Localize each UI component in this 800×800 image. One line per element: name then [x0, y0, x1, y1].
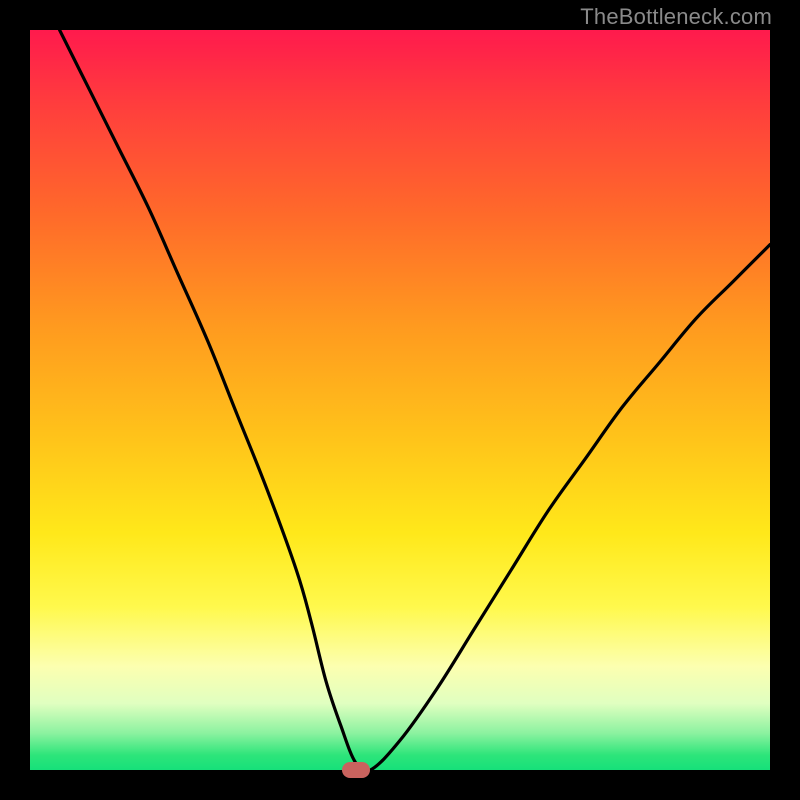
watermark-text: TheBottleneck.com [580, 4, 772, 30]
bottleneck-curve [60, 30, 770, 770]
curve-svg [30, 30, 770, 770]
chart-frame: TheBottleneck.com [0, 0, 800, 800]
plot-area [30, 30, 770, 770]
optimal-point-marker [342, 762, 370, 778]
